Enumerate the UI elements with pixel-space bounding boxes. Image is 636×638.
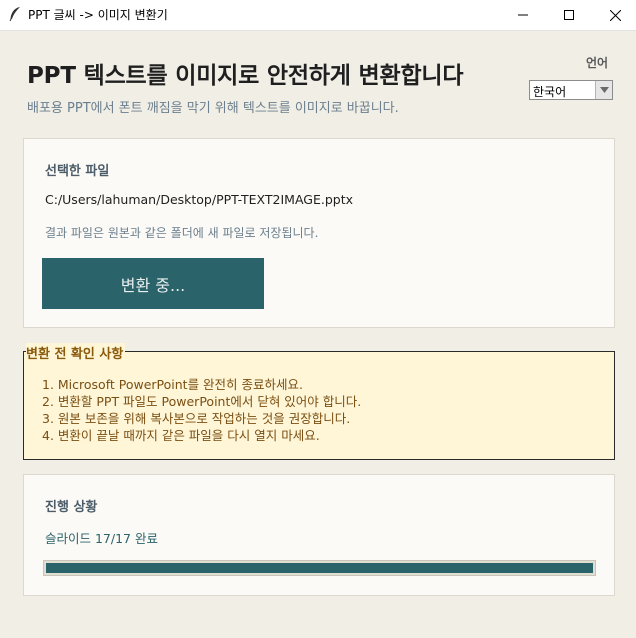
- title-bar: PPT 글씨 -> 이미지 변환기: [0, 0, 636, 31]
- progress-card: 진행 상황 슬라이드 17/17 완료: [23, 474, 615, 596]
- close-button[interactable]: [592, 0, 636, 30]
- page-title: PPT 텍스트를 이미지로 안전하게 변환합니다: [27, 63, 464, 89]
- notice-box: 변환 전 확인 사항 1. Microsoft PowerPoint를 완전히 …: [23, 343, 615, 460]
- convert-button[interactable]: 변환 중...: [42, 258, 264, 309]
- window-title: PPT 글씨 -> 이미지 변환기: [28, 8, 168, 22]
- list-item: 3. 원본 보존을 위해 복사본으로 작업하는 것을 권장합니다.: [42, 411, 351, 426]
- language-select[interactable]: 한국어: [529, 80, 613, 100]
- minimize-icon: [518, 14, 528, 16]
- language-label: 언어: [586, 56, 609, 70]
- feather-icon: [8, 6, 22, 22]
- minimize-button[interactable]: [500, 0, 546, 30]
- notice-title: 변환 전 확인 사항: [26, 343, 126, 362]
- list-item: 1. Microsoft PowerPoint를 완전히 종료하세요.: [42, 377, 304, 392]
- file-output-note: 결과 파일은 원본과 같은 폴더에 새 파일로 저장됩니다.: [45, 226, 319, 240]
- close-icon: [609, 9, 621, 21]
- file-path: C:/Users/lahuman/Desktop/PPT-TEXT2IMAGE.…: [45, 192, 353, 207]
- list-item: 2. 변환할 PPT 파일도 PowerPoint에서 닫혀 있어야 합니다.: [42, 394, 362, 409]
- maximize-button[interactable]: [546, 0, 592, 30]
- file-section-title: 선택한 파일: [45, 164, 110, 179]
- progress-section-title: 진행 상황: [45, 500, 98, 515]
- list-item: 4. 변환이 끝날 때까지 같은 파일을 다시 열지 마세요.: [42, 428, 320, 443]
- language-selected-value: 한국어: [533, 85, 567, 99]
- file-card: 선택한 파일 C:/Users/lahuman/Desktop/PPT-TEXT…: [23, 138, 615, 328]
- progress-bar: [43, 560, 596, 576]
- notice-list: 1. Microsoft PowerPoint를 완전히 종료하세요. 2. 변…: [42, 376, 361, 444]
- progress-fill: [46, 563, 593, 573]
- page-subtitle: 배포용 PPT에서 폰트 깨짐을 막기 위해 텍스트를 이미지로 바꿉니다.: [27, 101, 399, 116]
- chevron-down-icon[interactable]: [595, 81, 612, 99]
- maximize-icon: [564, 10, 574, 20]
- progress-status: 슬라이드 17/17 완료: [45, 531, 158, 546]
